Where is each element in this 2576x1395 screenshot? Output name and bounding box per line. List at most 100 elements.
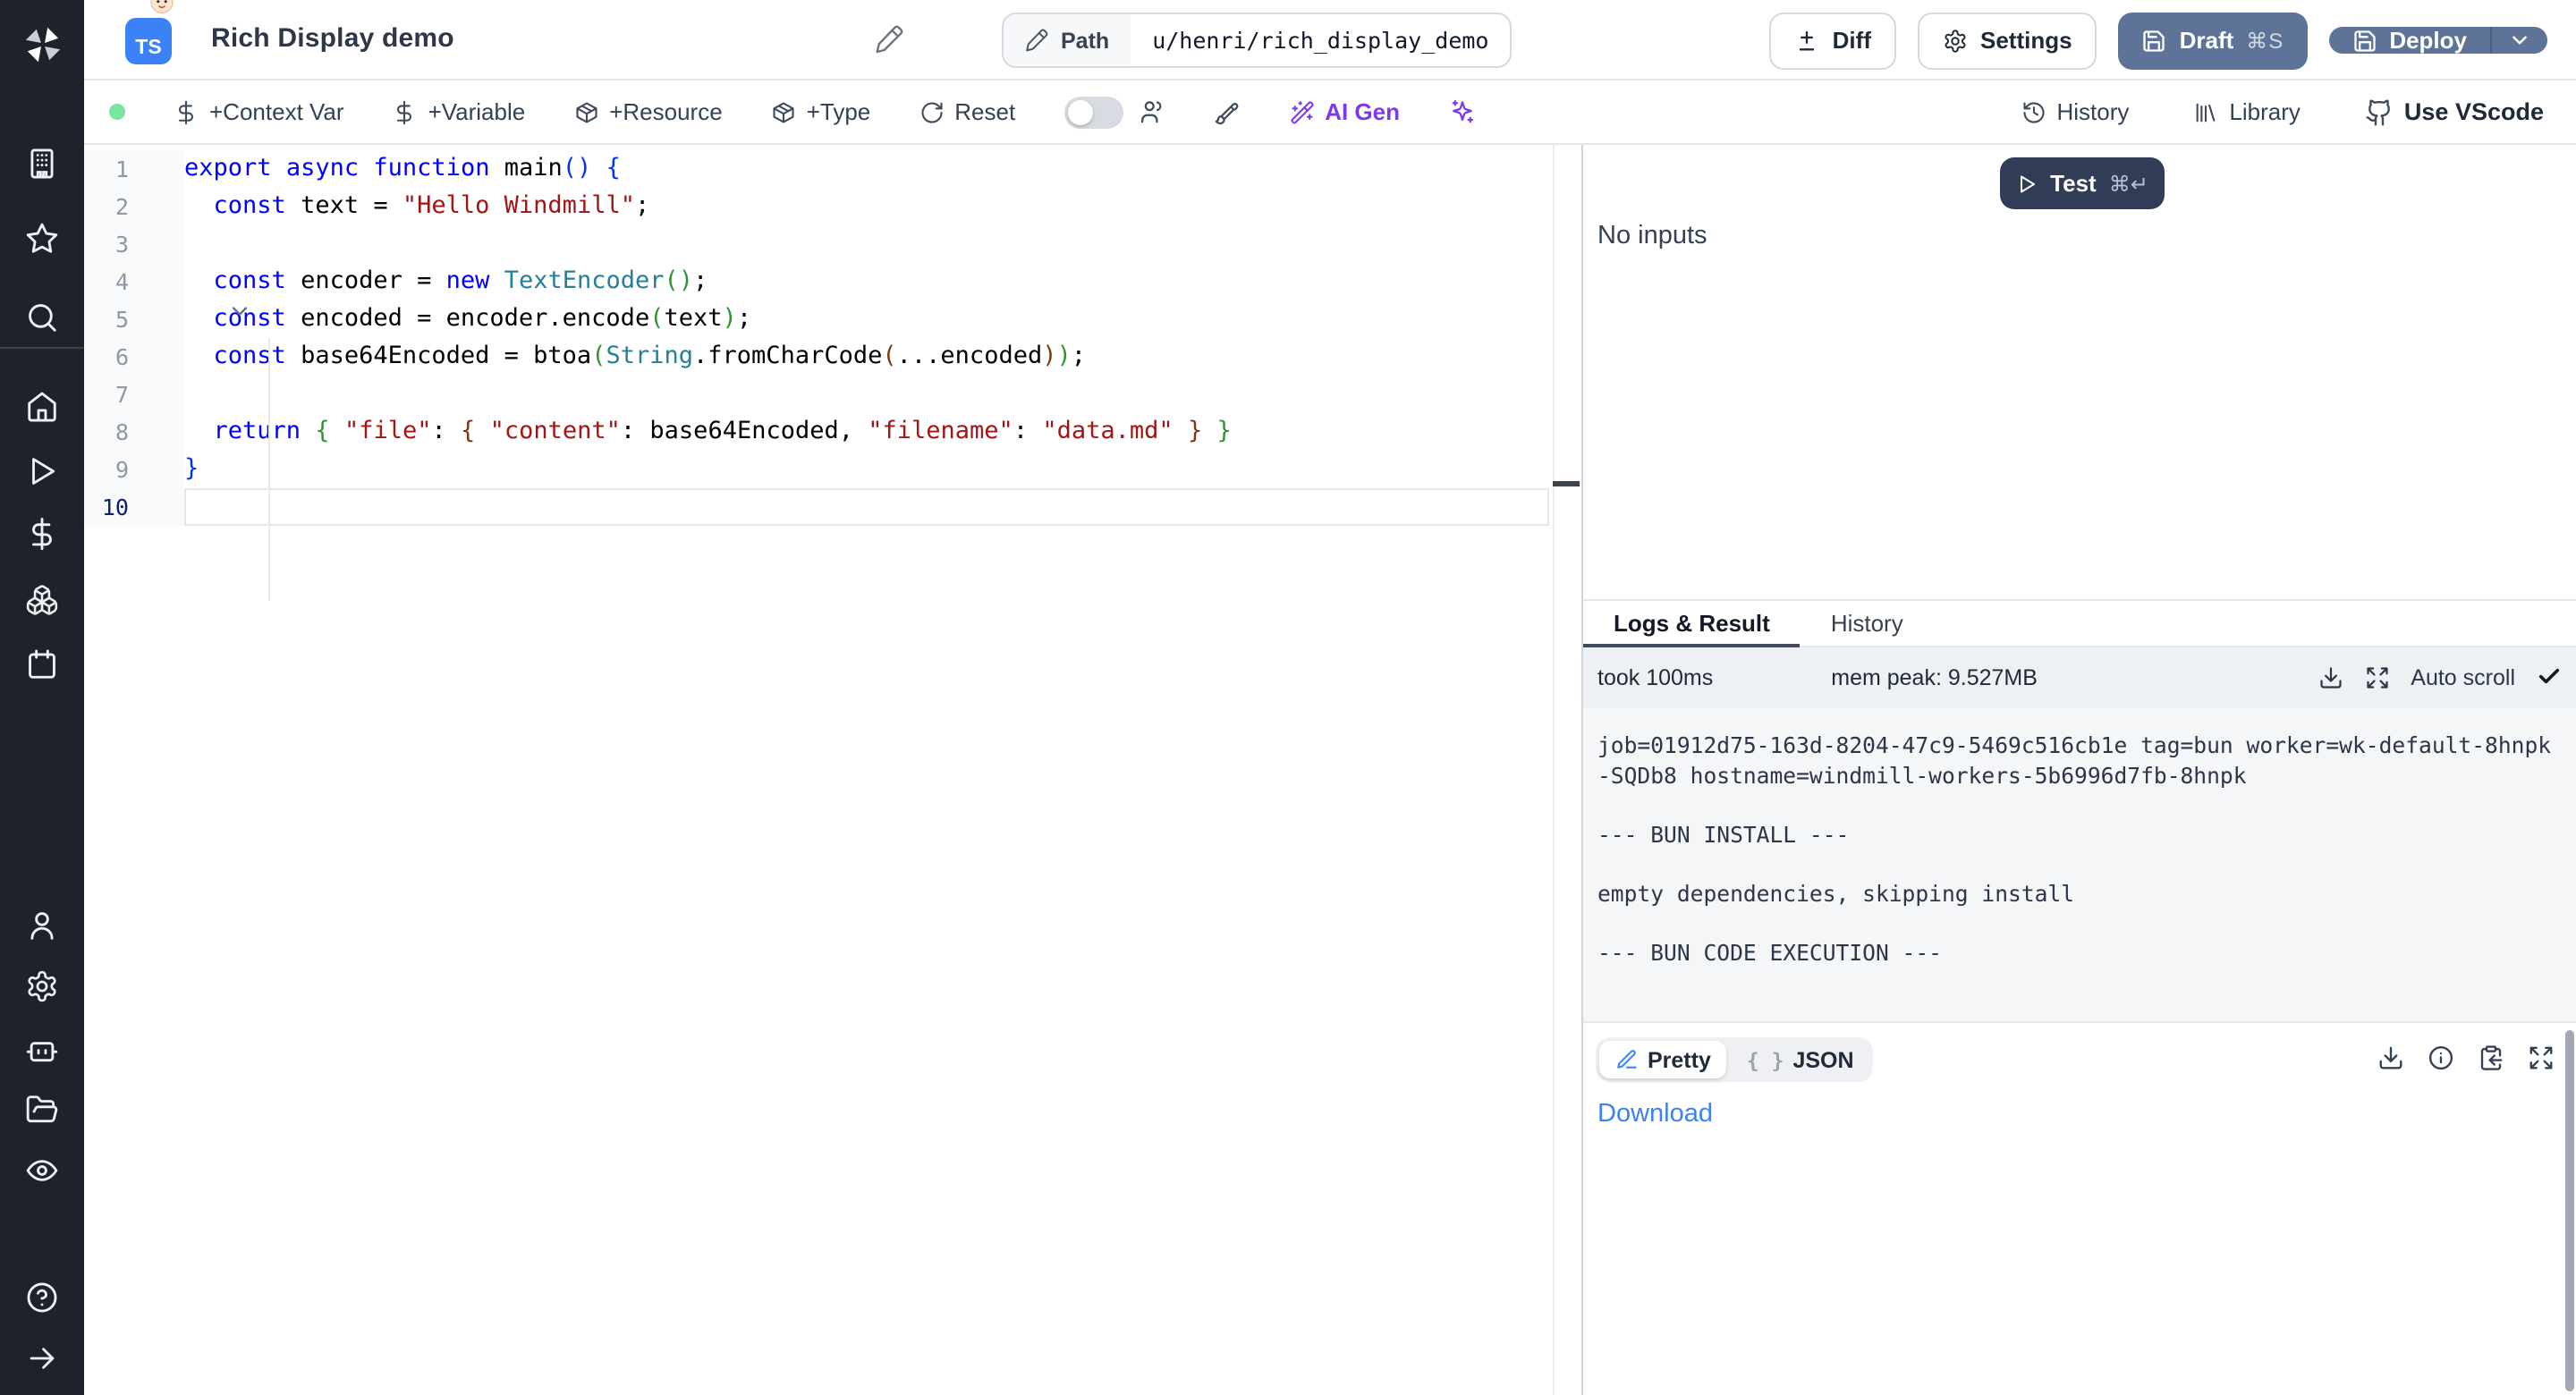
sidebar-item-runs[interactable] (0, 444, 84, 497)
add-context-var-button[interactable]: +Context Var (174, 98, 344, 125)
line-number: 5 (84, 300, 184, 338)
expand-logs-icon[interactable] (2364, 665, 2389, 690)
code-line-content[interactable]: const encoded = encoder.encode(text); (184, 300, 1581, 338)
code-line-8[interactable]: 8 return { "file": { "content": base64En… (84, 413, 1581, 451)
code-line-content[interactable]: return { "file": { "content": base64Enco… (184, 413, 1581, 451)
code-line-content[interactable]: export async function main() { (184, 150, 1581, 188)
code-line-1[interactable]: 1export async function main() { (84, 150, 1581, 188)
users-icon (1139, 98, 1165, 125)
gear-icon (1943, 28, 1968, 53)
windmill-script-editor: TS Rich Display demo Path u/henri/rich_d… (0, 0, 2576, 1395)
folder-open-icon (25, 1092, 59, 1126)
add-type-button[interactable]: +Type (771, 98, 871, 125)
code-line-content[interactable]: const encoder = new TextEncoder(); (184, 263, 1581, 300)
indent-guide (268, 338, 270, 601)
settings-button[interactable]: Settings (1918, 12, 2097, 69)
code-line-4[interactable]: 4 const encoder = new TextEncoder(); (84, 263, 1581, 300)
line-number: 8 (84, 413, 184, 451)
format-button[interactable] (1214, 98, 1241, 125)
path-label: Path (1061, 28, 1109, 53)
code-line-7[interactable]: 7 (84, 376, 1581, 413)
sidebar-item-folders[interactable] (0, 1082, 84, 1136)
path-field[interactable]: Path u/henri/rich_display_demo (1002, 13, 1513, 68)
user-icon (25, 908, 59, 942)
braces-icon: { } (1747, 1047, 1784, 1072)
sidebar-item-variables[interactable] (0, 506, 84, 560)
add-resource-button[interactable]: +Resource (573, 98, 722, 125)
draft-label: Draft (2180, 27, 2234, 54)
no-inputs-text: No inputs (1597, 222, 1707, 250)
code-line-2[interactable]: 2 const text = "Hello Windmill"; (84, 188, 1581, 225)
sparkles-icon (1448, 98, 1475, 125)
sidebar-item-schedules[interactable] (0, 637, 84, 690)
deploy-dropdown-button[interactable] (2492, 27, 2547, 54)
job-logs[interactable]: job=01912d75-163d-8204-47c9-5469c516cb1e… (1583, 708, 2576, 1021)
path-value: u/henri/rich_display_demo (1131, 14, 1510, 66)
sidebar-item-workspace[interactable] (0, 136, 84, 190)
code-editor[interactable]: 1export async function main() {2 const t… (84, 145, 1581, 1395)
collab-toggle[interactable] (1063, 96, 1123, 128)
copy-result-icon[interactable] (2478, 1044, 2504, 1071)
edit-summary-pencil-icon[interactable] (875, 25, 903, 59)
sidebar-item-home[interactable] (0, 379, 84, 433)
code-line-content[interactable] (184, 376, 1581, 413)
reset-button[interactable]: Reset (919, 98, 1015, 125)
code-line-3[interactable]: 3 (84, 225, 1581, 263)
download-logs-icon[interactable] (2318, 665, 2343, 690)
help-circle-icon (25, 1280, 59, 1314)
line-number: 7 (84, 376, 184, 413)
sidebar-item-audit-logs[interactable] (0, 1143, 84, 1196)
star-icon (25, 221, 59, 255)
sidebar-item-resources[interactable] (0, 572, 84, 626)
add-variable-button[interactable]: +Variable (393, 98, 526, 125)
header: TS Rich Display demo Path u/henri/rich_d… (84, 0, 2576, 80)
info-icon[interactable] (2428, 1044, 2454, 1071)
ai-gen-button[interactable]: AI Gen (1289, 98, 1400, 125)
code-line-content[interactable]: } (184, 451, 1581, 488)
sidebar-expand-button[interactable] (0, 1331, 84, 1384)
tab-history[interactable]: History (1801, 601, 1934, 646)
expand-result-icon[interactable] (2528, 1044, 2555, 1071)
editor-scrollbar[interactable] (1553, 145, 1581, 1395)
code-line-10[interactable]: 10 (84, 488, 1581, 526)
draft-shortcut: ⌘S (2246, 28, 2284, 53)
auto-scroll-label[interactable]: Auto scroll (2411, 665, 2515, 690)
windmill-logo-icon[interactable] (0, 18, 84, 72)
deploy-button[interactable]: Deploy (2328, 27, 2490, 54)
sidebar-item-favorites[interactable] (0, 211, 84, 265)
draft-button[interactable]: Draft ⌘S (2119, 12, 2308, 69)
collab-group (1063, 96, 1165, 128)
search-icon (25, 300, 59, 334)
code-line-6[interactable]: 6 const base64Encoded = btoa(String.from… (84, 338, 1581, 376)
package-icon (771, 99, 796, 124)
code-line-content[interactable]: const base64Encoded = btoa(String.fromCh… (184, 338, 1581, 376)
diff-button[interactable]: Diff (1770, 12, 1896, 69)
sidebar-item-settings[interactable] (0, 959, 84, 1012)
code-line-9[interactable]: 9} (84, 451, 1581, 488)
json-view-button[interactable]: { } JSON (1731, 1041, 1870, 1078)
download-result-icon[interactable] (2377, 1044, 2404, 1071)
page-title: Rich Display demo (211, 23, 454, 54)
result-scrollbar[interactable] (2565, 1030, 2574, 1391)
download-result-link[interactable]: Download (1597, 1100, 1713, 1129)
sidebar-item-users[interactable] (0, 898, 84, 951)
use-vscode-button[interactable]: Use VScode (2365, 97, 2544, 126)
fold-chevron-icon[interactable] (229, 300, 250, 327)
panel-splitter[interactable] (1581, 145, 1583, 1395)
code-line-5[interactable]: 5 const encoded = encoder.encode(text); (84, 300, 1581, 338)
code-line-content[interactable]: const text = "Hello Windmill"; (184, 188, 1581, 225)
mem-peak: mem peak: 9.527MB (1831, 665, 2038, 690)
sidebar-item-search[interactable] (0, 290, 84, 343)
sidebar-item-help[interactable] (0, 1270, 84, 1323)
code-line-content[interactable] (184, 225, 1581, 263)
sidebar-item-workers[interactable] (0, 1021, 84, 1075)
library-button[interactable]: Library (2193, 98, 2301, 125)
tab-logs-result[interactable]: Logs & Result (1583, 601, 1801, 646)
code-line-content[interactable] (184, 488, 1549, 526)
pretty-view-button[interactable]: Pretty (1599, 1041, 1727, 1078)
test-button[interactable]: Test ⌘↵ (2000, 157, 2165, 209)
ai-sparkles-button[interactable] (1448, 98, 1475, 125)
history-button[interactable]: History (2021, 98, 2130, 125)
auto-scroll-check-icon[interactable] (2537, 663, 2562, 693)
robot-icon (25, 1031, 59, 1065)
